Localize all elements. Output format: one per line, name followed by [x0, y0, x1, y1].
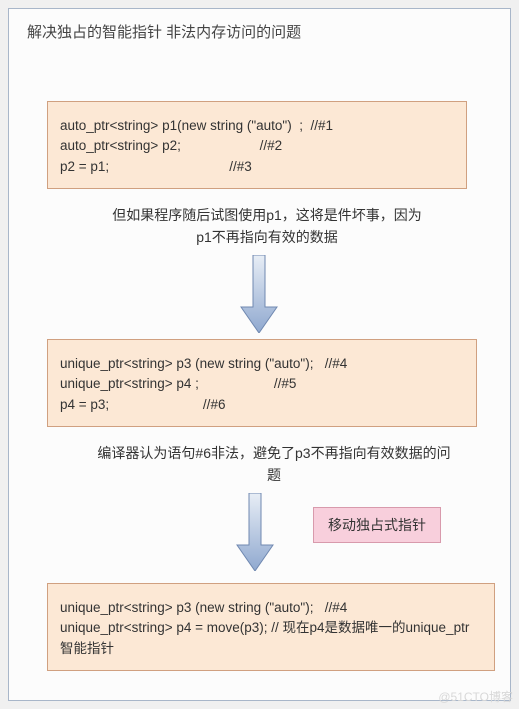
description-1: 但如果程序随后试图使用p1，这将是件坏事，因为p1不再指向有效的数据: [107, 205, 427, 248]
code-line: unique_ptr<string> p3 (new string ("auto…: [60, 598, 482, 618]
code-line: auto_ptr<string> p1(new string ("auto") …: [60, 118, 333, 133]
code-line: unique_ptr<string> p4 = move(p3); // 现在p…: [60, 618, 482, 659]
code-line: auto_ptr<string> p2; //#2: [60, 138, 282, 153]
arrow-down-icon: [239, 255, 279, 333]
code-line: p4 = p3; //#6: [60, 397, 225, 412]
code-box-auto-ptr: auto_ptr<string> p1(new string ("auto") …: [47, 101, 467, 189]
code-line: unique_ptr<string> p3 (new string ("auto…: [60, 356, 347, 371]
code-line: p2 = p1; //#3: [60, 159, 252, 174]
badge-move-pointer: 移动独占式指针: [313, 507, 441, 543]
code-box-unique-ptr-move: unique_ptr<string> p3 (new string ("auto…: [47, 583, 495, 671]
code-box-unique-ptr-error: unique_ptr<string> p3 (new string ("auto…: [47, 339, 477, 427]
code-line: unique_ptr<string> p4 ; //#5: [60, 376, 296, 391]
diagram-container: 解决独占的智能指针 非法内存访问的问题 auto_ptr<string> p1(…: [8, 8, 511, 701]
watermark: @51CTO博客: [438, 688, 513, 705]
description-2: 编译器认为语句#6非法，避免了p3不再指向有效数据的问题: [94, 443, 454, 486]
arrow-down-icon: [235, 493, 275, 571]
diagram-title: 解决独占的智能指针 非法内存访问的问题: [27, 21, 301, 42]
